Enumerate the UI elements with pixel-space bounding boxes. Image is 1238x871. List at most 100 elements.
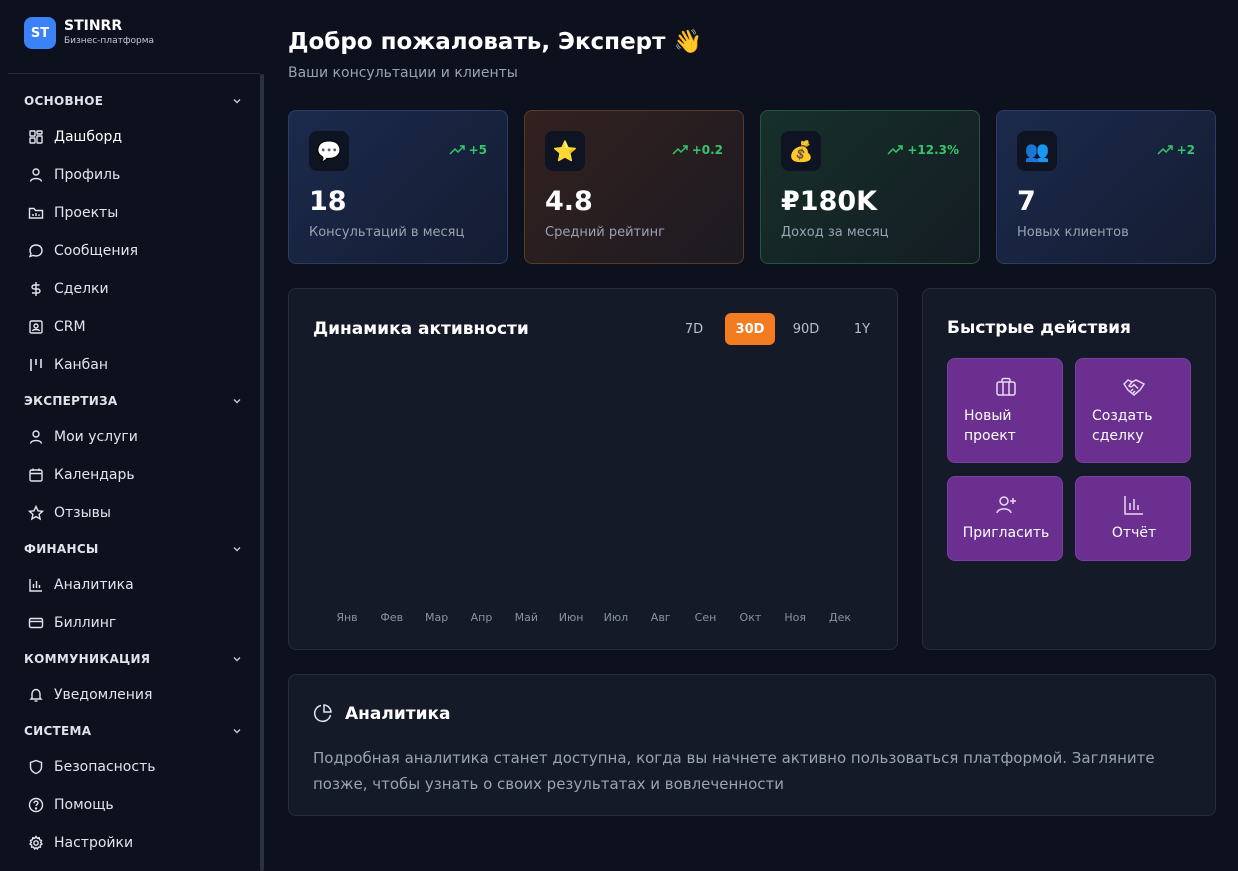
sidebar-item-calendar[interactable]: Календарь [0, 456, 260, 494]
x-tick-label: Июн [559, 611, 584, 624]
sidebar-item-label: Мои услуги [54, 429, 138, 445]
sidebar-item-label: Сообщения [54, 243, 139, 259]
sidebar-item-kanban[interactable]: Канбан [0, 346, 260, 384]
x-tick-label: Сен [695, 611, 717, 624]
sidebar-item-label: Сделки [54, 281, 109, 297]
stat-label: Средний рейтинг [545, 225, 665, 240]
chevron-down-icon [233, 399, 241, 404]
section-header-system[interactable]: СИСТЕМА [0, 714, 260, 748]
user-icon [29, 430, 43, 444]
sidebar-item-billing[interactable]: Биллинг [0, 604, 260, 642]
handshake-icon [1123, 379, 1146, 396]
message-icon: 💬 [309, 131, 349, 171]
stat-trend: +5 [449, 143, 487, 157]
stat-label: Консультаций в месяц [309, 225, 465, 240]
stat-value: 18 [309, 186, 347, 217]
chevron-down-icon [233, 99, 241, 104]
chevron-down-icon [233, 657, 241, 662]
sidebar-item-dashboard[interactable]: Дашборд [0, 118, 260, 156]
activity-chart: Янв Фев Мар Апр Май Июн Июл Авг Сен Окт Ноя Дек [336, 611, 851, 624]
sidebar-item-projects[interactable]: Проекты [0, 194, 260, 232]
message-icon [28, 244, 43, 258]
sidebar-item-messages[interactable]: Сообщения [0, 232, 260, 270]
stat-card-new-clients[interactable]: 👥 +2 7 Новых клиентов [996, 110, 1216, 264]
sidebar-item-analytics[interactable]: Аналитика [0, 566, 260, 604]
sidebar-item-label: Проекты [54, 205, 119, 221]
quick-actions-panel: Быстрые действия Новый проект Создать сд… [922, 288, 1216, 650]
stat-trend: +0.2 [672, 143, 723, 157]
sidebar-item-profile[interactable]: Профиль [0, 156, 260, 194]
contact-icon [29, 320, 43, 334]
briefcase-icon [996, 377, 1016, 396]
sidebar-item-services[interactable]: Мои услуги [0, 418, 260, 456]
sidebar-item-label: Безопасность [54, 759, 156, 775]
stat-label: Доход за месяц [781, 225, 889, 240]
trending-up-icon [672, 145, 688, 155]
chevron-down-icon [233, 729, 241, 734]
new-project-button[interactable]: Новый проект [947, 358, 1063, 463]
stat-card-income[interactable]: 💰 +12.3% ₽180K Доход за месяц [760, 110, 980, 264]
money-bag-icon: 💰 [781, 131, 821, 171]
sidebar-item-label: CRM [54, 319, 86, 335]
stat-trend: +2 [1157, 143, 1195, 157]
bar-chart-icon [1124, 496, 1143, 515]
page-title: Добро пожаловать, Эксперт 👋 [288, 29, 703, 55]
sidebar-item-label: Дашборд [54, 129, 123, 145]
section-header-expertise[interactable]: ЭКСПЕРТИЗА [0, 384, 260, 418]
x-tick-label: Июл [604, 611, 629, 624]
sidebar-item-notifications[interactable]: Уведомления [0, 676, 260, 714]
user-icon [29, 168, 43, 182]
invite-button[interactable]: Пригласить [947, 476, 1063, 561]
x-tick-label: Окт [740, 611, 762, 624]
users-icon: 👥 [1017, 131, 1057, 171]
stat-card-consultations[interactable]: 💬 +5 18 Консультаций в месяц [288, 110, 508, 264]
stat-value: ₽180K [781, 186, 878, 217]
sidebar-item-label: Профиль [54, 167, 121, 183]
bell-icon [29, 688, 43, 702]
sidebar: ST STINRR Бизнес-платформа ОСНОВНОЕ Дашб… [0, 0, 266, 871]
x-tick-label: Мар [425, 611, 448, 624]
trending-up-icon [1157, 145, 1173, 155]
x-tick-label: Фев [380, 611, 403, 624]
dollar-icon [31, 282, 41, 296]
x-tick-label: Ноя [784, 611, 806, 624]
calendar-icon [29, 468, 43, 482]
sidebar-item-security[interactable]: Безопасность [0, 748, 260, 786]
x-tick-label: Апр [471, 611, 493, 624]
x-tick-label: Авг [651, 611, 671, 624]
create-deal-button[interactable]: Создать сделку [1075, 358, 1191, 463]
sidebar-item-label: Аналитика [54, 577, 134, 593]
bar-chart-icon [29, 579, 42, 592]
gear-icon [28, 835, 44, 851]
analytics-panel: Аналитика Подробная аналитика станет дос… [288, 674, 1216, 816]
stat-value: 4.8 [545, 186, 593, 217]
brand[interactable]: ST STINRR Бизнес-платформа [24, 17, 154, 49]
sidebar-item-settings[interactable]: Настройки [0, 824, 260, 862]
sidebar-item-reviews[interactable]: Отзывы [0, 494, 260, 532]
trending-up-icon [887, 145, 904, 155]
sidebar-item-deals[interactable]: Сделки [0, 270, 260, 308]
brand-subtitle: Бизнес-платформа [64, 36, 155, 46]
brand-logo: ST [24, 17, 56, 49]
pie-chart-icon [313, 704, 332, 723]
sidebar-item-crm[interactable]: CRM [0, 308, 260, 346]
kanban-icon [30, 359, 42, 371]
quick-actions-title: Быстрые действия [947, 318, 1131, 338]
x-tick-label: Май [515, 611, 538, 624]
user-plus-icon [996, 496, 1016, 514]
stat-value: 7 [1017, 186, 1036, 217]
section-header-finance[interactable]: ФИНАНСЫ [0, 532, 260, 566]
sidebar-scrollbar[interactable] [260, 74, 264, 871]
star-icon [28, 505, 44, 521]
sidebar-item-help[interactable]: Помощь [0, 786, 260, 824]
trending-up-icon [449, 145, 465, 155]
dashboard-icon [29, 130, 43, 144]
credit-card-icon [28, 617, 44, 629]
help-icon [28, 797, 44, 813]
folder-icon [28, 207, 44, 219]
stat-card-rating[interactable]: ⭐ +0.2 4.8 Средний рейтинг [524, 110, 744, 264]
analytics-text: Подробная аналитика станет доступна, ког… [313, 749, 1155, 793]
report-button[interactable]: Отчёт [1075, 476, 1191, 561]
section-header-communication[interactable]: КОММУНИКАЦИЯ [0, 642, 260, 676]
section-header-main[interactable]: ОСНОВНОЕ [0, 84, 260, 118]
